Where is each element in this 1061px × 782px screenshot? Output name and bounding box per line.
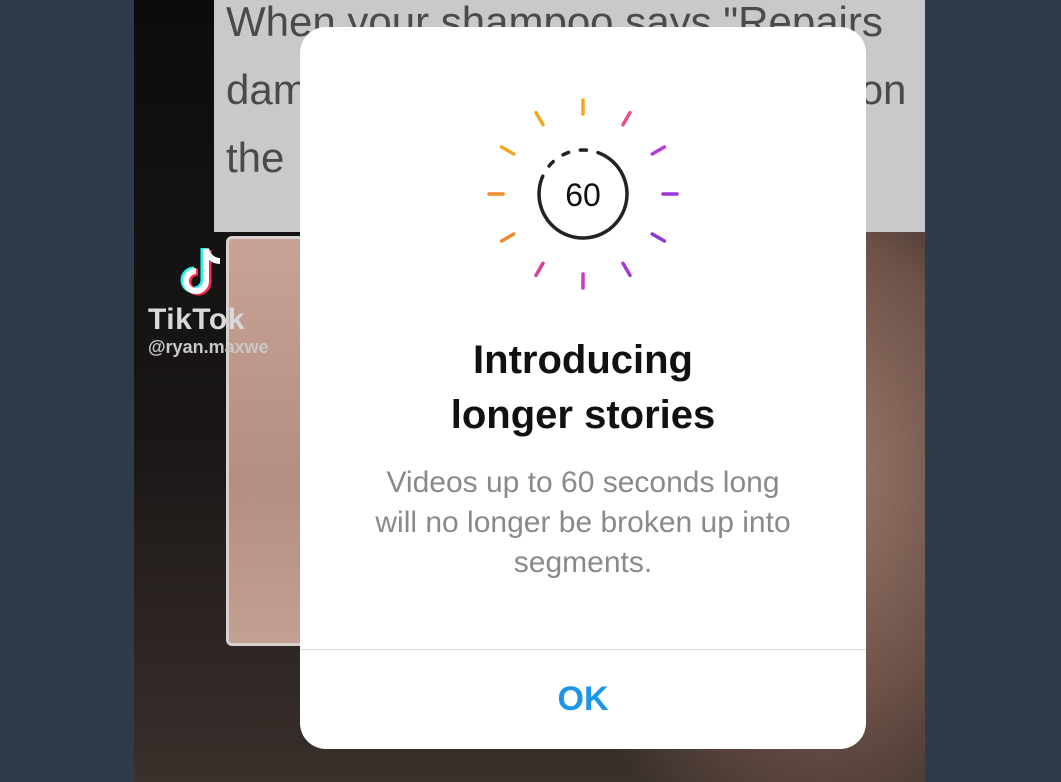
tiktok-watermark: TikTok @ryan.maxwe xyxy=(148,245,269,358)
tweet-line-2-tail: on xyxy=(859,66,907,113)
ok-button[interactable]: OK xyxy=(300,650,866,749)
badge-number: 60 xyxy=(565,177,601,213)
timer-ray xyxy=(650,232,667,243)
timer-ray xyxy=(650,145,667,156)
sixty-second-timer-icon: 60 xyxy=(483,94,683,294)
timer-ray xyxy=(499,145,516,156)
tiktok-logo-icon xyxy=(176,245,230,305)
timer-ray xyxy=(621,110,632,127)
timer-ray xyxy=(499,232,516,243)
dialog-message: Videos up to 60 seconds long will no lon… xyxy=(375,466,791,579)
tiktok-brand-text: TikTok xyxy=(148,303,245,336)
dialog-title: Introducing longer stories xyxy=(450,338,716,437)
longer-stories-dialog: 60 Introducing longer stories Videos up … xyxy=(300,27,866,749)
tiktok-handle-text: @ryan.maxwe xyxy=(148,337,269,357)
timer-ray xyxy=(621,261,632,278)
timer-ray xyxy=(534,261,545,278)
tweet-line-2: dam xyxy=(226,66,308,113)
timer-ray xyxy=(534,110,545,127)
tweet-line-3: the xyxy=(226,134,285,181)
